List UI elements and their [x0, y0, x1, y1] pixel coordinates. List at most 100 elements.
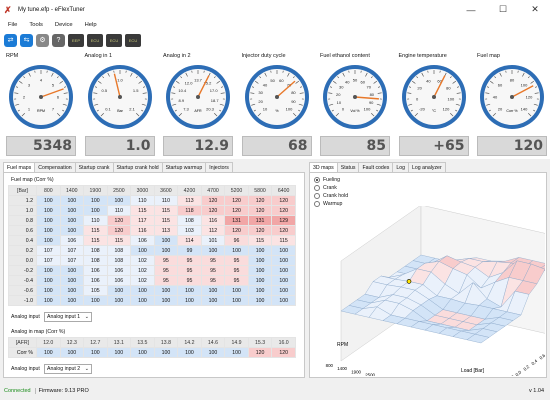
- table-cell[interactable]: 100: [59, 265, 85, 276]
- table-cell[interactable]: 100: [106, 295, 132, 306]
- tab-fault-codes[interactable]: Fault codes: [358, 162, 394, 172]
- table-cell[interactable]: 107: [36, 255, 61, 266]
- table-cell[interactable]: 110: [153, 195, 179, 206]
- table-cell[interactable]: 120: [247, 195, 273, 206]
- table-cell[interactable]: 108: [106, 245, 132, 256]
- table-cell[interactable]: 100: [130, 245, 155, 256]
- table-cell[interactable]: 100: [36, 347, 61, 358]
- table-cell[interactable]: 100: [130, 347, 155, 358]
- table-cell[interactable]: 120: [224, 225, 249, 236]
- table-cell[interactable]: 115: [83, 235, 108, 246]
- table-cell[interactable]: 100: [59, 225, 85, 236]
- table-cell[interactable]: 102: [130, 265, 155, 276]
- table-cell[interactable]: 100: [200, 285, 226, 296]
- table-cell[interactable]: 100: [153, 235, 179, 246]
- table-cell[interactable]: 100: [177, 285, 202, 296]
- table-cell[interactable]: 110: [106, 205, 132, 216]
- table-cell[interactable]: 100: [83, 205, 108, 216]
- table-cell[interactable]: 100: [224, 245, 249, 256]
- table-cell[interactable]: 100: [59, 205, 85, 216]
- table-cell[interactable]: 120: [200, 195, 226, 206]
- table-cell[interactable]: 100: [247, 275, 273, 286]
- table-cell[interactable]: 100: [247, 245, 273, 256]
- table-cell[interactable]: 95: [200, 275, 226, 286]
- analog-input-select-1[interactable]: Analog input 1 ⌄: [44, 312, 92, 322]
- table-cell[interactable]: 100: [224, 295, 249, 306]
- table-cell[interactable]: 120: [106, 215, 132, 226]
- tab-compensation[interactable]: Compensation: [34, 162, 76, 172]
- table-cell[interactable]: 100: [200, 347, 226, 358]
- menu-device[interactable]: Device: [55, 22, 73, 28]
- table-cell[interactable]: 100: [106, 285, 132, 296]
- table-cell[interactable]: 100: [83, 347, 108, 358]
- table-cell[interactable]: 100: [59, 295, 85, 306]
- table-cell[interactable]: 100: [247, 285, 273, 296]
- table-cell[interactable]: 114: [177, 235, 202, 246]
- table-cell[interactable]: 120: [247, 347, 273, 358]
- table-cell[interactable]: 100: [271, 255, 296, 266]
- table-cell[interactable]: 131: [224, 215, 249, 226]
- table-cell[interactable]: 100: [153, 285, 179, 296]
- table-cell[interactable]: 95: [153, 275, 179, 286]
- table-cell[interactable]: 102: [130, 275, 155, 286]
- table-cell[interactable]: 120: [271, 225, 296, 236]
- table-cell[interactable]: 107: [59, 255, 85, 266]
- table-cell[interactable]: 100: [36, 225, 61, 236]
- table-cell[interactable]: 100: [83, 195, 108, 206]
- table-cell[interactable]: 100: [36, 195, 61, 206]
- menu-tools[interactable]: Tools: [29, 22, 43, 28]
- table-cell[interactable]: 95: [224, 255, 249, 266]
- table-cell[interactable]: 101: [200, 235, 226, 246]
- radio-fueling[interactable]: Fueling: [314, 177, 340, 183]
- table-cell[interactable]: 100: [36, 285, 61, 296]
- table-cell[interactable]: 106: [83, 275, 108, 286]
- table-cell[interactable]: 120: [247, 225, 273, 236]
- table-cell[interactable]: 100: [200, 295, 226, 306]
- table-cell[interactable]: 100: [271, 285, 296, 296]
- table-cell[interactable]: 120: [200, 205, 226, 216]
- table-cell[interactable]: 108: [83, 245, 108, 256]
- table-cell[interactable]: 112: [200, 225, 226, 236]
- settings-icon[interactable]: ⚙: [36, 33, 49, 47]
- table-cell[interactable]: 95: [224, 265, 249, 276]
- table-cell[interactable]: 99: [177, 245, 202, 256]
- table-cell[interactable]: 100: [271, 275, 296, 286]
- table-cell[interactable]: 108: [83, 255, 108, 266]
- table-cell[interactable]: 100: [177, 347, 202, 358]
- table-cell[interactable]: 107: [59, 245, 85, 256]
- table-cell[interactable]: 100: [106, 347, 132, 358]
- table-cell[interactable]: 110: [130, 195, 155, 206]
- table-cell[interactable]: 115: [106, 235, 132, 246]
- table-cell[interactable]: 115: [153, 205, 179, 216]
- table-cell[interactable]: 115: [83, 225, 108, 236]
- table-cell[interactable]: 100: [130, 295, 155, 306]
- table-cell[interactable]: 115: [247, 235, 273, 246]
- radio-crank[interactable]: Crank: [314, 185, 337, 191]
- table-cell[interactable]: 115: [130, 205, 155, 216]
- ecu-write-icon[interactable]: ECU: [106, 33, 122, 47]
- tab-status[interactable]: Status: [336, 162, 360, 172]
- table-cell[interactable]: 95: [177, 275, 202, 286]
- connect-icon[interactable]: ⇄: [4, 33, 17, 47]
- table-cell[interactable]: 106: [59, 235, 85, 246]
- close-icon[interactable]: ✕: [520, 0, 550, 19]
- table-cell[interactable]: 95: [224, 275, 249, 286]
- table-cell[interactable]: 95: [153, 255, 179, 266]
- table-cell[interactable]: 95: [200, 265, 226, 276]
- table-cell[interactable]: 102: [130, 255, 155, 266]
- table-cell[interactable]: 129: [271, 215, 296, 226]
- tab-injectors[interactable]: Injectors: [205, 162, 233, 172]
- table-cell[interactable]: 115: [271, 235, 296, 246]
- table-cell[interactable]: 95: [153, 265, 179, 276]
- table-cell[interactable]: 100: [59, 285, 85, 296]
- menu-help[interactable]: Help: [85, 22, 97, 28]
- tab-3d-maps[interactable]: 3D maps: [309, 162, 338, 172]
- table-cell[interactable]: 100: [36, 205, 61, 216]
- table-cell[interactable]: 120: [271, 195, 296, 206]
- table-cell[interactable]: 100: [247, 255, 273, 266]
- table-cell[interactable]: 100: [200, 245, 226, 256]
- table-cell[interactable]: 103: [177, 225, 202, 236]
- table-cell[interactable]: 100: [36, 235, 61, 246]
- table-cell[interactable]: 120: [106, 225, 132, 236]
- tab-startup-crank[interactable]: Startup crank: [74, 162, 114, 172]
